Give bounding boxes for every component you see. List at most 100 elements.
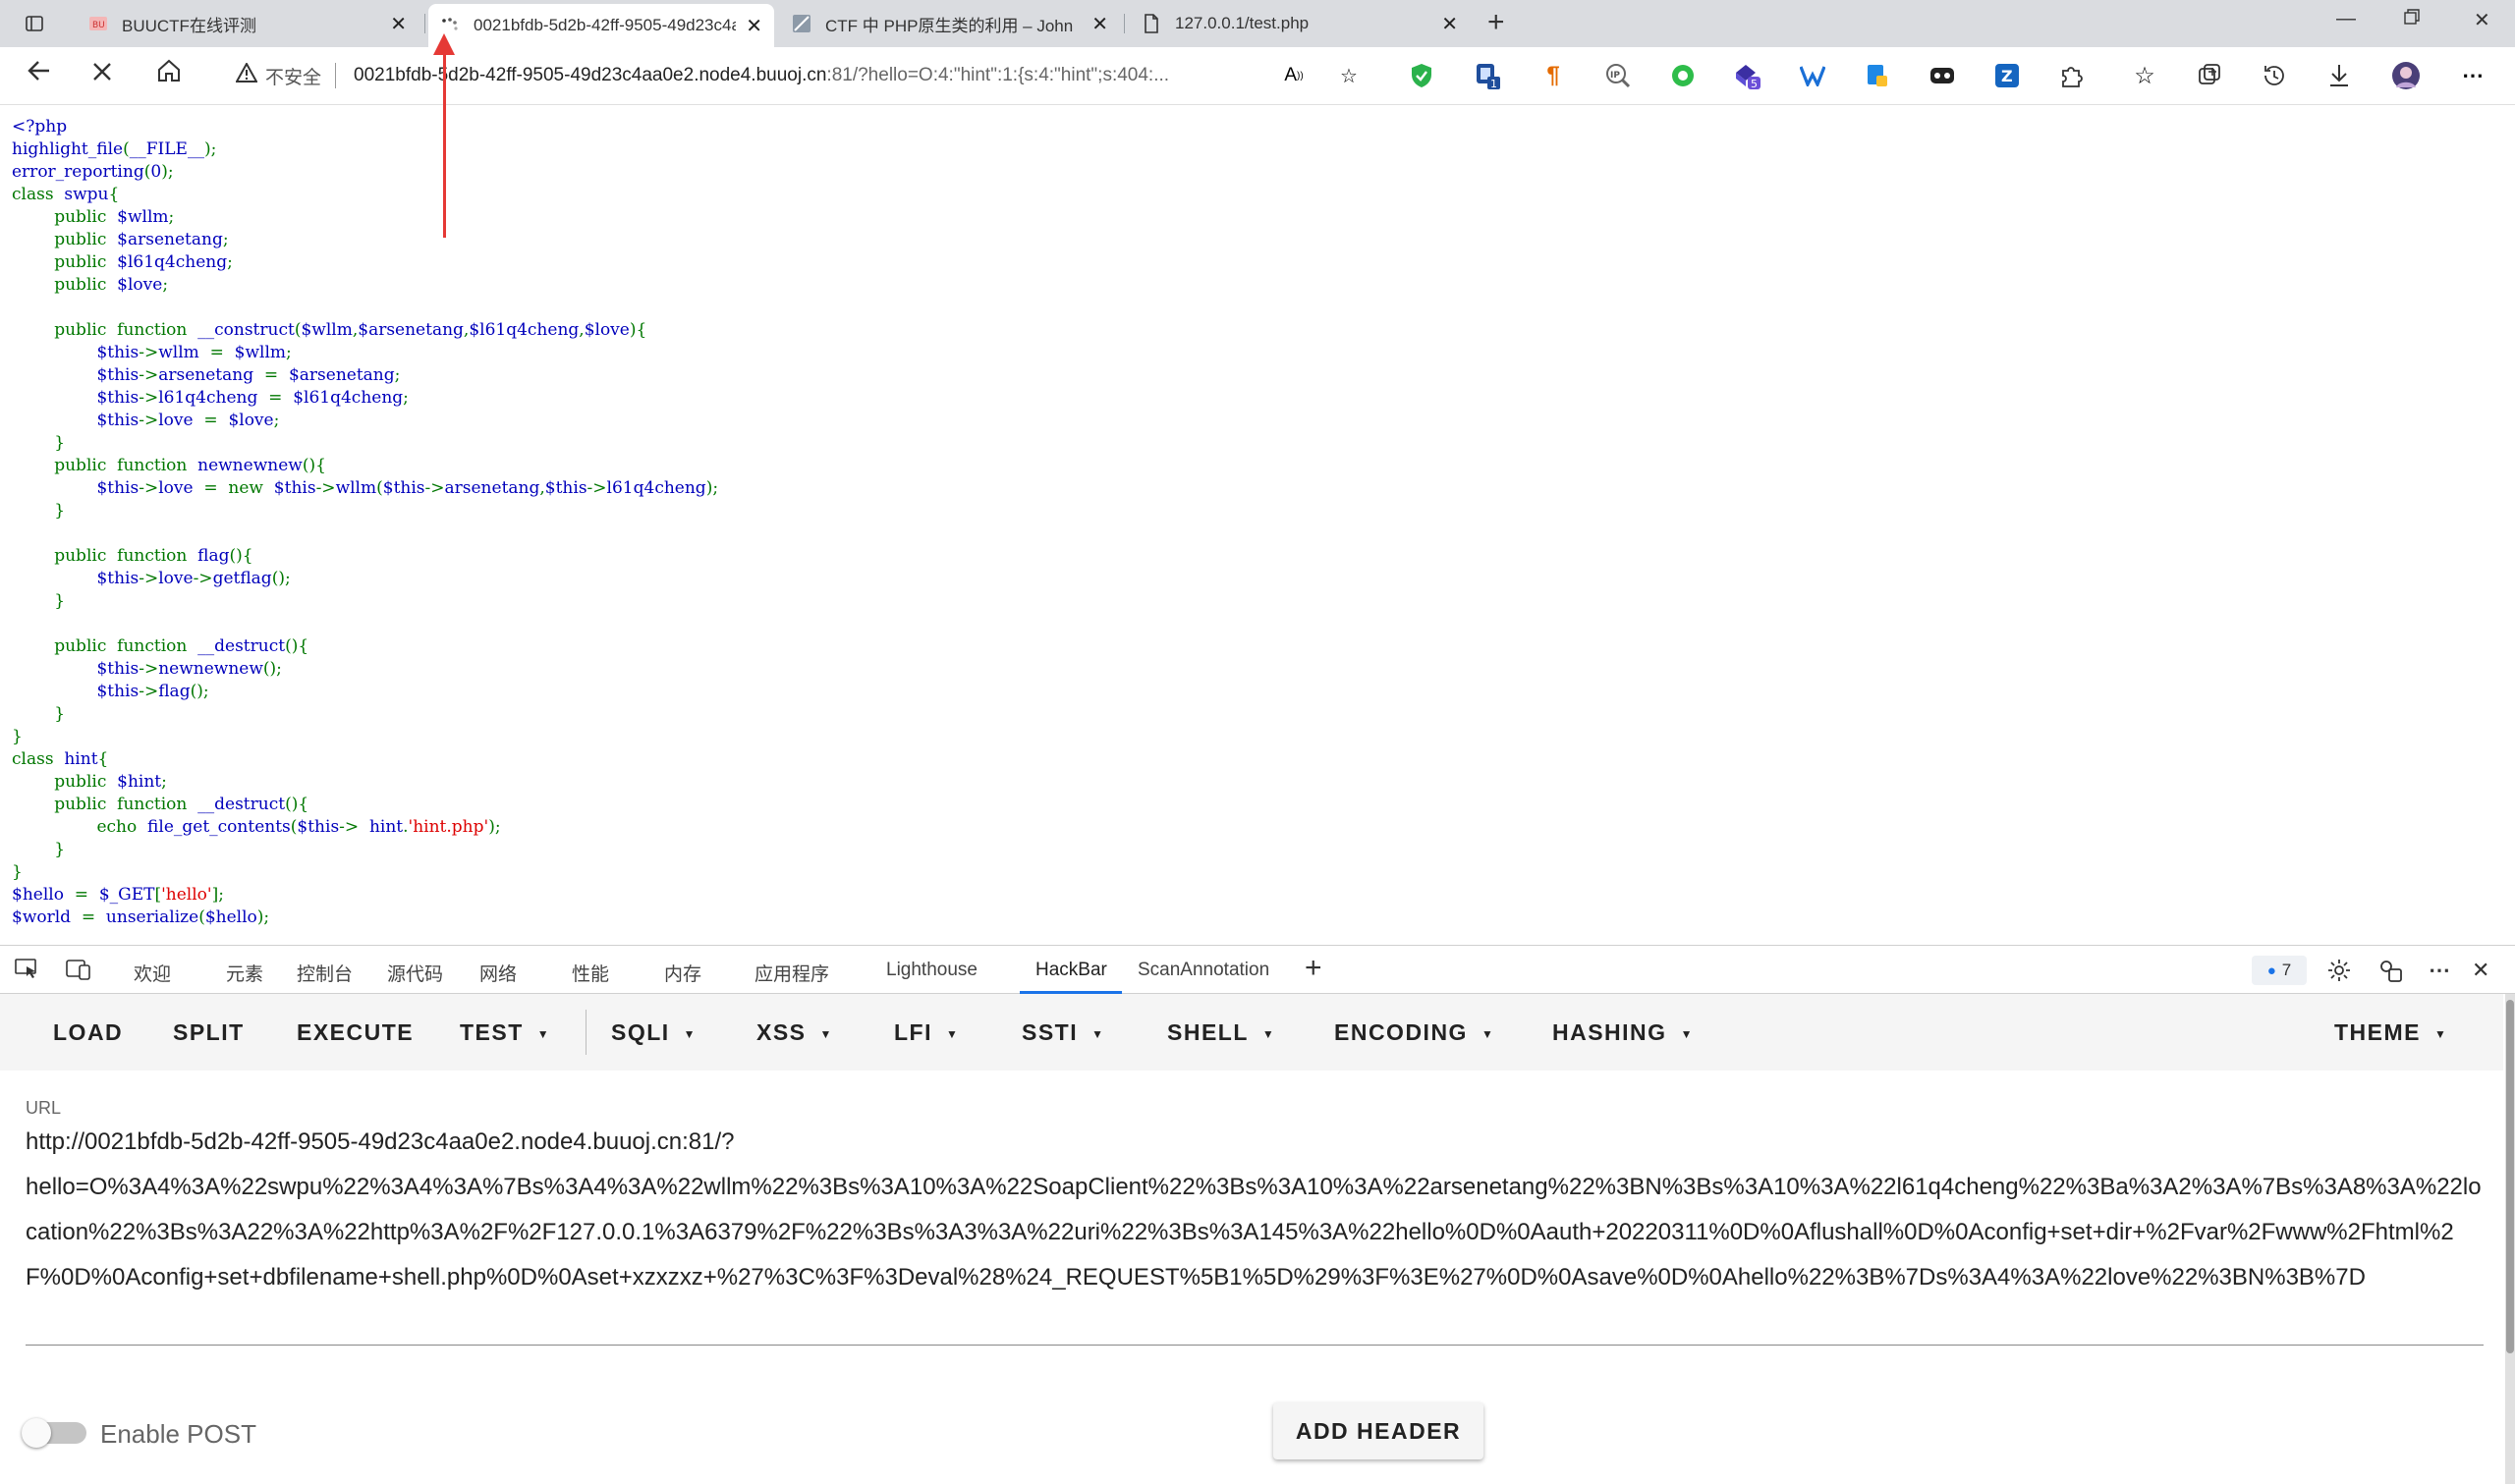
shield-icon[interactable] — [1407, 61, 1436, 90]
tab-test-php[interactable]: 127.0.0.1/test.php ✕ — [1130, 4, 1470, 43]
warning-icon[interactable] — [235, 61, 258, 88]
profile-avatar[interactable] — [2391, 61, 2421, 90]
extension-tabs-icon[interactable]: 1 — [1474, 61, 1503, 90]
tab-strip: BU BUUCTF在线评测 ✕ 0021bfdb-5d2b-42ff-9505-… — [0, 0, 2515, 47]
xss-menu[interactable]: XSS ▼ — [756, 1019, 833, 1046]
devtools-tab-lighthouse[interactable]: Lighthouse — [886, 960, 978, 981]
annotation-arrow — [443, 41, 446, 238]
devtools-tab-application[interactable]: 应用程序 — [754, 960, 829, 986]
restore-icon[interactable] — [2403, 8, 2421, 31]
add-header-button[interactable]: ADD HEADER — [1273, 1402, 1483, 1459]
devtools-tab-scanannotation[interactable]: ScanAnnotation — [1138, 960, 1269, 981]
load-button[interactable]: LOAD — [53, 1019, 123, 1046]
extension-z-icon[interactable]: Z — [1992, 61, 2022, 90]
test-label: TEST — [460, 1019, 524, 1045]
close-tab-icon[interactable]: ✕ — [746, 14, 762, 38]
close-tab-icon[interactable]: ✕ — [1091, 12, 1108, 36]
tab-challenge[interactable]: 0021bfdb-5d2b-42ff-9505-49d23c4aa0e2 ✕ — [428, 4, 774, 47]
new-tab-icon[interactable]: + — [1487, 8, 1505, 37]
history-icon[interactable] — [2260, 61, 2289, 90]
code-line: echo file_get_contents($this-> hint.'hin… — [12, 817, 501, 837]
devtools-tab-hackbar[interactable]: HackBar — [1035, 960, 1107, 981]
close-tab-icon[interactable]: ✕ — [390, 12, 407, 36]
url-textarea[interactable]: http://0021bfdb-5d2b-42ff-9505-49d23c4aa… — [26, 1120, 2484, 1300]
caret-down-icon: ▼ — [1680, 1026, 1694, 1041]
devtools-tab-console[interactable]: 控制台 — [297, 960, 353, 986]
customize-icon[interactable] — [2377, 958, 2403, 989]
issues-badge[interactable]: ● 7 — [2252, 956, 2307, 985]
wappalyzer-icon[interactable] — [1798, 61, 1827, 90]
code-line: public $love; — [12, 275, 169, 295]
code-line: } — [12, 591, 66, 611]
tab-separator — [1124, 14, 1125, 33]
back-icon[interactable] — [26, 57, 53, 93]
mask-icon[interactable] — [1928, 61, 1957, 90]
caret-down-icon: ▼ — [2434, 1026, 2448, 1041]
split-button[interactable]: SPLIT — [173, 1019, 245, 1046]
encoding-menu[interactable]: ENCODING ▼ — [1334, 1019, 1494, 1046]
collections-icon[interactable] — [2195, 61, 2224, 90]
address-url[interactable]: 0021bfdb-5d2b-42ff-9505-49d23c4aa0e2.nod… — [354, 65, 1368, 86]
tab-article[interactable]: CTF 中 PHP原生类的利用 – John ✕ — [780, 4, 1120, 43]
scrollbar-thumb[interactable] — [2506, 1000, 2514, 1353]
devtools-more-icon[interactable]: ⋯ — [2429, 958, 2450, 983]
devtools-tab-network[interactable]: 网络 — [479, 960, 517, 986]
close-tab-icon[interactable]: ✕ — [1441, 12, 1458, 36]
shell-menu[interactable]: SHELL ▼ — [1167, 1019, 1275, 1046]
green-circle-icon[interactable] — [1668, 61, 1698, 90]
tab-actions-icon[interactable] — [14, 8, 55, 39]
close-devtools-icon[interactable]: ✕ — [2472, 958, 2489, 983]
devtools-tab-memory[interactable]: 内存 — [664, 960, 701, 986]
buu-icon: BU — [88, 14, 108, 33]
url-underline — [26, 1345, 2484, 1346]
inspect-element-icon[interactable] — [14, 958, 39, 987]
document-icon — [1142, 14, 1161, 33]
tab-title: CTF 中 PHP原生类的利用 – John — [825, 16, 1074, 35]
add-favorite-icon[interactable]: ☆ — [1334, 61, 1364, 90]
extension-cube-icon[interactable]: 5 — [1733, 61, 1762, 90]
url-label: URL — [26, 1098, 62, 1118]
theme-label: THEME — [2334, 1019, 2421, 1045]
caret-down-icon: ▼ — [1091, 1026, 1105, 1041]
device-toolbar-icon[interactable] — [65, 958, 92, 987]
close-window-icon[interactable]: ✕ — [2474, 8, 2490, 32]
test-menu[interactable]: TEST ▼ — [460, 1019, 550, 1046]
code-line: } — [12, 727, 23, 746]
minimize-icon[interactable]: — — [2336, 8, 2356, 30]
toggle-knob[interactable] — [22, 1418, 51, 1448]
lfi-menu[interactable]: LFI ▼ — [894, 1019, 959, 1046]
caret-down-icon: ▼ — [536, 1026, 551, 1041]
read-aloud-icon[interactable]: A)) — [1279, 61, 1309, 90]
caret-down-icon: ▼ — [1481, 1026, 1495, 1041]
execute-button[interactable]: EXECUTE — [297, 1019, 414, 1046]
sqli-label: SQLI — [611, 1019, 670, 1045]
url-text-line: hello=O%3A4%3A%22swpu%22%3A4%3A%7Bs%3A4%… — [26, 1174, 2482, 1291]
code-line: public function __destruct(){ — [12, 795, 309, 814]
downloads-icon[interactable] — [2324, 61, 2354, 90]
tab-buuctf[interactable]: BU BUUCTF在线评测 ✕ — [77, 4, 419, 43]
sqli-menu[interactable]: SQLI ▼ — [611, 1019, 697, 1046]
hashing-menu[interactable]: HASHING ▼ — [1552, 1019, 1694, 1046]
code-line: } — [12, 433, 66, 453]
extensions-puzzle-icon[interactable] — [2057, 61, 2087, 90]
ssti-menu[interactable]: SSTI ▼ — [1022, 1019, 1105, 1046]
theme-menu[interactable]: THEME ▼ — [2334, 1019, 2447, 1046]
extension-doc-icon[interactable] — [1863, 61, 1892, 90]
ip-icon[interactable]: IP — [1603, 61, 1633, 90]
code-line: public $l61q4cheng; — [12, 252, 233, 272]
shell-label: SHELL — [1167, 1019, 1249, 1045]
devtools-tab-welcome[interactable]: 欢迎 — [134, 960, 171, 986]
code-line: public $hint; — [12, 772, 167, 792]
tab-separator — [424, 14, 425, 33]
more-menu-icon[interactable]: ⋯ — [2458, 61, 2487, 90]
devtools-tab-elements[interactable]: 元素 — [226, 960, 263, 986]
favorites-icon[interactable]: ☆ — [2130, 61, 2159, 90]
settings-gear-icon[interactable] — [2326, 958, 2352, 989]
home-icon[interactable] — [155, 57, 183, 93]
devtools-tab-sources[interactable]: 源代码 — [387, 960, 443, 986]
devtools-tab-performance[interactable]: 性能 — [572, 960, 609, 986]
pilcrow-icon[interactable]: ¶ — [1538, 61, 1568, 90]
more-tabs-plus-icon[interactable]: + — [1305, 952, 1322, 985]
stop-loading-icon[interactable] — [90, 57, 114, 92]
address-bar[interactable]: 不安全 0021bfdb-5d2b-42ff-9505-49d23c4aa0e2… — [212, 53, 1368, 98]
